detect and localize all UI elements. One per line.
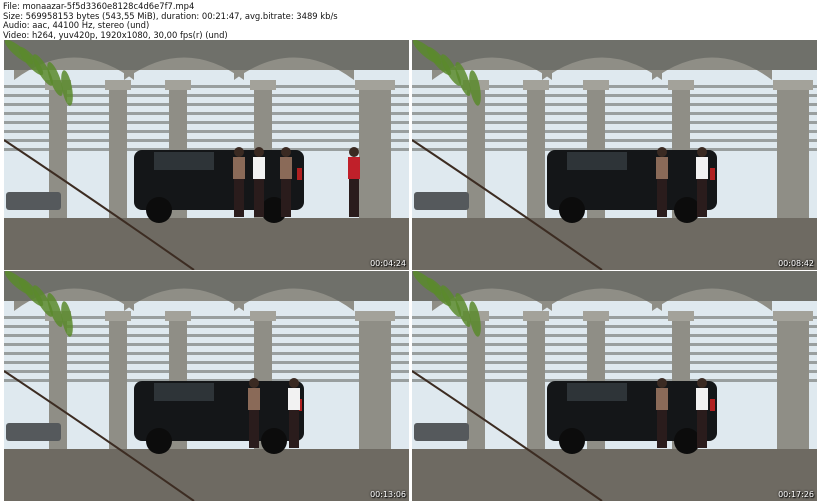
ground <box>4 449 409 501</box>
person-legs <box>249 410 259 448</box>
person-head <box>254 147 264 157</box>
pillar-cap <box>583 80 609 90</box>
person-torso <box>696 388 708 410</box>
pillar-cap <box>165 311 191 321</box>
person-torso <box>696 157 708 179</box>
tail-light <box>710 399 715 411</box>
parked-car <box>414 423 469 441</box>
person-legs <box>697 410 707 448</box>
pillar <box>527 80 545 220</box>
pillar-cap <box>105 311 131 321</box>
pillar <box>109 311 127 451</box>
pillar <box>109 80 127 220</box>
wheel <box>261 428 287 454</box>
pillar-cap <box>105 80 131 90</box>
thumbnail-2[interactable]: 00:08:42 <box>412 40 817 270</box>
person-legs <box>254 179 264 217</box>
pillar-cap <box>523 311 549 321</box>
video-frame-icon <box>412 40 817 270</box>
pillar <box>359 80 391 220</box>
person-head <box>697 147 707 157</box>
pillar-cap <box>668 80 694 90</box>
suv-window <box>154 152 214 170</box>
pillar-cap <box>583 311 609 321</box>
timestamp: 00:17:26 <box>778 490 814 499</box>
timestamp: 00:13:06 <box>370 490 406 499</box>
pillar <box>777 80 809 220</box>
person-torso <box>248 388 260 410</box>
parked-car <box>6 192 61 210</box>
pillar <box>527 311 545 451</box>
pillar <box>359 311 391 451</box>
wheel <box>146 428 172 454</box>
pillar-cap <box>250 311 276 321</box>
parked-car <box>6 423 61 441</box>
suv-window <box>567 152 627 170</box>
person-legs <box>657 410 667 448</box>
ground <box>4 218 409 270</box>
pillar-cap <box>355 311 395 321</box>
timestamp: 00:04:24 <box>370 259 406 268</box>
parked-car <box>414 192 469 210</box>
person-head <box>349 147 359 157</box>
thumbnail-grid: 00:04:24 00:08:42 00:13:06 00:17:26 <box>0 0 820 503</box>
video-frame-icon <box>412 271 817 501</box>
person-head <box>234 147 244 157</box>
person-torso <box>348 157 360 179</box>
person-head <box>657 147 667 157</box>
wheel <box>559 428 585 454</box>
wheel <box>559 197 585 223</box>
person-head <box>249 378 259 388</box>
video-frame-icon <box>4 271 409 501</box>
person-head <box>657 378 667 388</box>
ground <box>412 449 817 501</box>
thumbnail-1[interactable]: 00:04:24 <box>4 40 409 270</box>
person-torso <box>656 157 668 179</box>
timestamp: 00:08:42 <box>778 259 814 268</box>
suv-window <box>154 383 214 401</box>
person-head <box>697 378 707 388</box>
person-legs <box>234 179 244 217</box>
pillar-cap <box>668 311 694 321</box>
person-torso <box>253 157 265 179</box>
pillar-cap <box>355 80 395 90</box>
pillar-cap <box>250 80 276 90</box>
person-torso <box>656 388 668 410</box>
person-legs <box>657 179 667 217</box>
pillar-cap <box>523 80 549 90</box>
wheel <box>146 197 172 223</box>
wheel <box>674 197 700 223</box>
pillar-cap <box>773 80 813 90</box>
ground <box>412 218 817 270</box>
wheel <box>674 428 700 454</box>
person-legs <box>289 410 299 448</box>
person-legs <box>281 179 291 217</box>
pillar-cap <box>773 311 813 321</box>
video-frame-icon <box>4 40 409 270</box>
pillar <box>777 311 809 451</box>
thumbnail-4[interactable]: 00:17:26 <box>412 271 817 501</box>
person-torso <box>233 157 245 179</box>
person-head <box>289 378 299 388</box>
pillar-cap <box>165 80 191 90</box>
person-legs <box>349 179 359 217</box>
person-torso <box>288 388 300 410</box>
thumbnail-3[interactable]: 00:13:06 <box>4 271 409 501</box>
person-head <box>281 147 291 157</box>
suv-window <box>567 383 627 401</box>
tail-light <box>297 168 302 180</box>
tail-light <box>710 168 715 180</box>
person-legs <box>697 179 707 217</box>
person-torso <box>280 157 292 179</box>
